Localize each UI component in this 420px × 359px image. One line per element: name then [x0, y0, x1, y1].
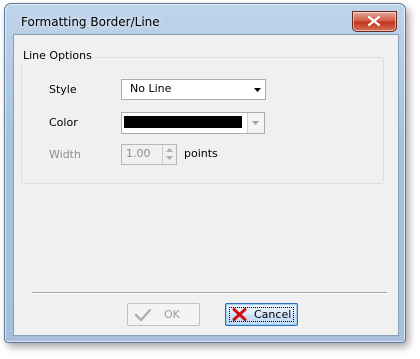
color-dropdown-button[interactable] — [247, 113, 264, 133]
width-stepper[interactable]: 1.00 — [121, 144, 177, 165]
color-label: Color — [49, 116, 78, 129]
cancel-button-label: Cancel — [254, 308, 292, 321]
close-icon — [368, 16, 380, 26]
ok-button-label: OK — [164, 308, 180, 321]
divider — [32, 292, 387, 294]
arrow-down-icon — [166, 156, 173, 160]
dialog-body: Line Options Style No Line Color Width 1… — [13, 34, 399, 336]
title-bar[interactable]: Formatting Border/Line — [5, 4, 405, 32]
cancel-button[interactable]: Cancel — [225, 303, 298, 326]
red-x-icon — [232, 308, 247, 321]
close-button[interactable] — [352, 11, 397, 32]
checkmark-icon — [134, 308, 152, 322]
color-swatch — [124, 116, 242, 128]
width-stepper-buttons[interactable] — [162, 145, 176, 164]
window-title: Formatting Border/Line — [21, 15, 160, 29]
ok-button[interactable]: OK — [127, 303, 200, 326]
chevron-down-icon — [254, 88, 261, 92]
dialog-window: Formatting Border/Line Line Options Styl… — [4, 3, 406, 343]
style-label: Style — [49, 83, 77, 96]
width-value: 1.00 — [126, 147, 151, 160]
style-dropdown-value: No Line — [130, 82, 172, 95]
style-dropdown[interactable]: No Line — [121, 79, 266, 100]
width-unit-label: points — [184, 147, 218, 160]
color-picker[interactable] — [121, 112, 265, 134]
group-title: Line Options — [21, 49, 94, 62]
arrow-up-icon — [166, 148, 173, 152]
width-label: Width — [49, 148, 81, 161]
chevron-down-icon — [252, 121, 259, 125]
